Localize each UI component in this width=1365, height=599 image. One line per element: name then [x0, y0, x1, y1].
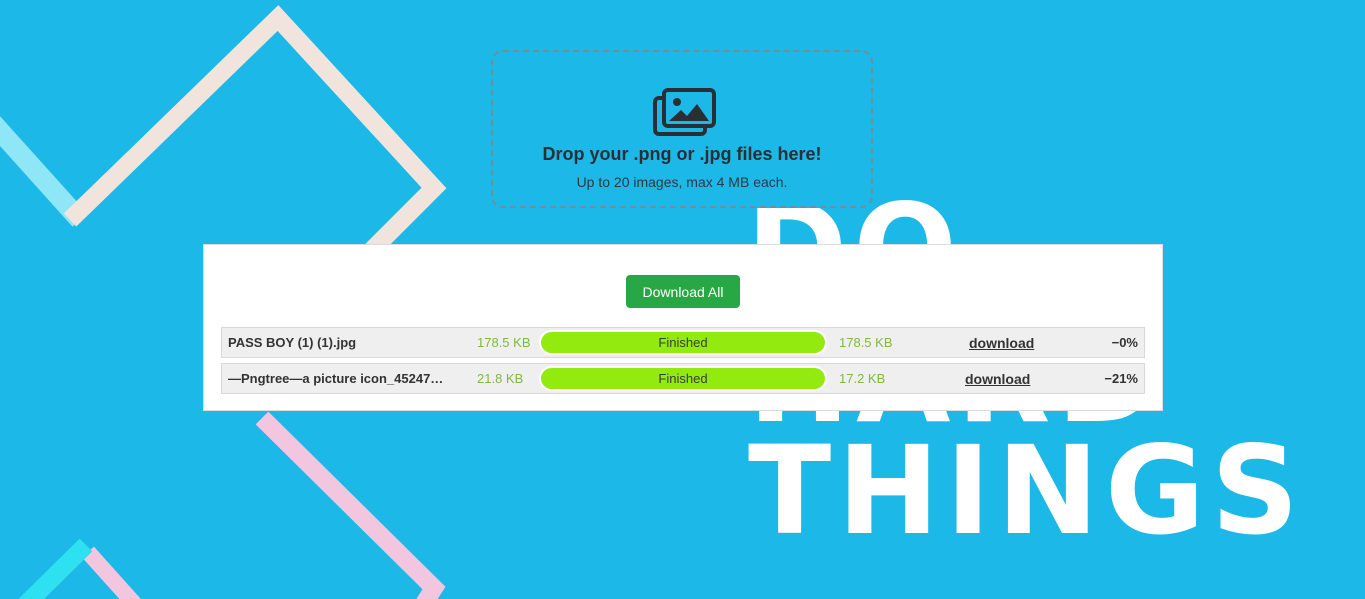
progress-bar: Finished — [539, 366, 827, 391]
bg-word-things: THINGS — [748, 420, 1305, 562]
results-panel: Download All PASS BOY (1) (1).jpg 178.5 … — [203, 244, 1163, 411]
download-all-button[interactable]: Download All — [626, 275, 740, 308]
file-name: PASS BOY (1) (1).jpg — [228, 335, 357, 350]
images-stack-icon — [653, 88, 716, 136]
file-row: —Pngtree—a picture icon_45247… 21.8 KB F… — [221, 363, 1145, 394]
download-link[interactable]: download — [965, 371, 1030, 387]
original-size: 21.8 KB — [477, 371, 524, 386]
file-drop-zone[interactable]: Drop your .png or .jpg files here! Up to… — [491, 50, 873, 208]
saving-percent: −21% — [1104, 371, 1138, 386]
saving-percent: −0% — [1111, 335, 1138, 350]
bg-diamond-peach — [63, 5, 447, 269]
progress-status: Finished — [541, 368, 825, 389]
file-name: —Pngtree—a picture icon_45247… — [228, 371, 444, 386]
bg-stripe-pink-2 — [82, 546, 141, 599]
page-background: DO HARD THINGS Drop your .png or .jpg fi… — [0, 0, 1365, 599]
original-size: 178.5 KB — [477, 335, 531, 350]
drop-zone-subtitle: Up to 20 images, max 4 MB each. — [576, 174, 788, 190]
compressed-size: 17.2 KB — [839, 371, 886, 386]
progress-bar: Finished — [539, 330, 827, 355]
bg-stripe-pink — [255, 411, 446, 599]
bg-stripe-cyan — [18, 538, 93, 599]
bg-stripe-light-cyan — [0, 116, 88, 227]
progress-status: Finished — [541, 332, 825, 353]
compressed-size: 178.5 KB — [839, 335, 893, 350]
drop-zone-title: Drop your .png or .jpg files here! — [542, 144, 822, 164]
download-link[interactable]: download — [969, 335, 1034, 351]
file-row: PASS BOY (1) (1).jpg 178.5 KB Finished 1… — [221, 327, 1145, 358]
